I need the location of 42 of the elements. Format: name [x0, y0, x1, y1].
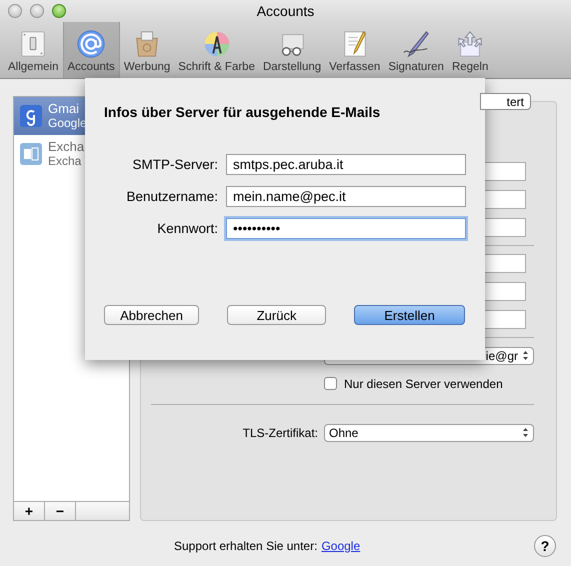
- field-label: Kennwort:: [156, 221, 218, 236]
- field-label: TLS-Zertifikat:: [242, 426, 318, 440]
- support-text: Support erhalten Sie unter:: [174, 539, 318, 553]
- g-logo-icon: [20, 105, 42, 127]
- toolbar-tab[interactable]: Schrift & Farbe: [174, 22, 259, 78]
- pen-icon: [401, 29, 432, 59]
- toolbar-tab[interactable]: Darstellung: [258, 22, 326, 78]
- dialog-button[interactable]: Zurück: [227, 305, 326, 325]
- add-button[interactable]: +: [14, 502, 45, 520]
- checkbox[interactable]: [324, 377, 337, 390]
- account-type: Google: [48, 116, 87, 130]
- tab[interactable]: tert: [480, 93, 531, 110]
- tls-dropdown[interactable]: Ohne: [324, 424, 534, 442]
- field-label: Benutzername:: [125, 189, 218, 204]
- exchange-logo-icon: [20, 143, 42, 165]
- at-icon: [76, 29, 106, 59]
- account-type: Excha: [48, 154, 82, 168]
- dialog-button[interactable]: Abbrechen: [104, 305, 200, 325]
- support-link[interactable]: Google: [321, 539, 360, 553]
- toolbar-tab[interactable]: Allgemein: [4, 22, 62, 78]
- help-button[interactable]: ?: [534, 535, 556, 557]
- account-name: Excha: [48, 140, 84, 154]
- toolbar-tab[interactable]: Accounts: [62, 22, 120, 78]
- input-field[interactable]: mein.name@pec.it: [226, 186, 466, 207]
- input-field[interactable]: ••••••••••: [226, 218, 466, 239]
- window-title: Accounts: [256, 3, 314, 19]
- stepper-arrows-icon: [522, 350, 529, 361]
- stepper-arrows-icon: [522, 427, 529, 438]
- remove-button[interactable]: −: [45, 502, 76, 520]
- account-name: Gmai: [48, 102, 80, 116]
- zoom-button[interactable]: [52, 4, 66, 18]
- close-button[interactable]: [8, 4, 22, 18]
- field-label: SMTP-Server:: [131, 157, 218, 172]
- input-field[interactable]: smtps.pec.aruba.it: [226, 154, 466, 175]
- toolbar-tab[interactable]: Signaturen: [384, 22, 448, 78]
- toolbar-tab[interactable]: Werbung: [120, 22, 174, 78]
- account-item[interactable]: Excha Excha: [14, 135, 129, 173]
- dialog-button[interactable]: Erstellen: [354, 305, 465, 325]
- toolbar-tab[interactable]: Regeln: [448, 22, 492, 78]
- toolbar-tab[interactable]: Verfassen: [325, 22, 384, 78]
- checkbox-label: Nur diesen Server verwenden: [344, 376, 503, 390]
- minimize-button[interactable]: [30, 4, 44, 18]
